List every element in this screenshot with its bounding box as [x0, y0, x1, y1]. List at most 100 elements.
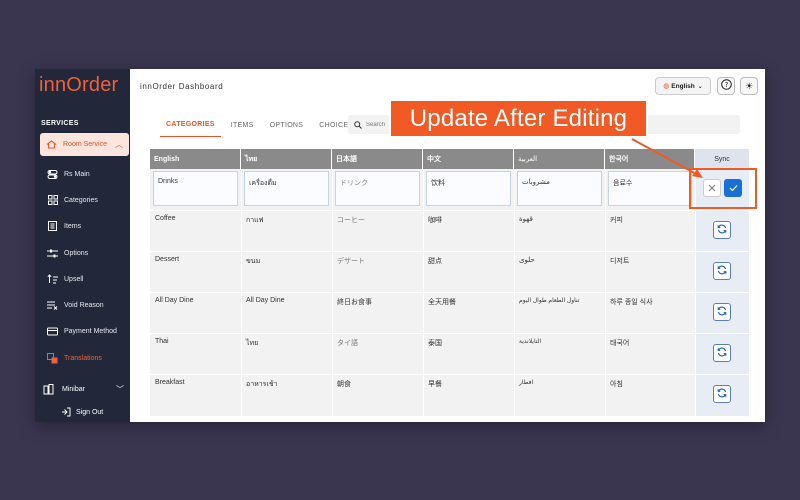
- highlight-box: [689, 168, 757, 209]
- chinese-field[interactable]: 饮料: [426, 171, 511, 206]
- sidebar-item-options[interactable]: Options: [35, 244, 130, 262]
- sidebar-item-label: Categories: [64, 196, 98, 204]
- top-bar: innOrder Dashboard ◍ English ⌄ ? ☀: [130, 69, 765, 103]
- translate-icon: [47, 352, 58, 364]
- sidebar-item-label: Payment Method: [64, 327, 117, 335]
- sync-button[interactable]: [713, 385, 731, 403]
- sidebar-item-translations[interactable]: Translations: [35, 349, 130, 367]
- row-divider: [150, 374, 749, 375]
- cell-english: Breakfast: [155, 379, 185, 386]
- language-label: English: [671, 82, 695, 90]
- sidebar-item-items[interactable]: Items: [35, 217, 130, 235]
- sign-out-button[interactable]: Sign Out: [61, 407, 103, 417]
- column-header-sync: Sync: [695, 149, 749, 169]
- sync-icon: [717, 262, 727, 280]
- tab-categories[interactable]: CATEGORIES: [160, 113, 221, 137]
- void-list-icon: [47, 300, 58, 311]
- cell-japanese: 終日お食事: [337, 299, 372, 306]
- page-title: innOrder Dashboard: [140, 81, 224, 91]
- japanese-field[interactable]: ドリンク: [335, 171, 420, 206]
- cell-thai: อาหารเช้า: [246, 381, 278, 388]
- sync-icon: [717, 303, 727, 321]
- table-header: English ไทย 日本語 中文 العربية 한국어 Sync: [150, 149, 749, 169]
- logo: innOrder: [39, 74, 119, 96]
- column-header-japanese: 日本語: [332, 149, 423, 169]
- language-selector[interactable]: ◍ English ⌄: [655, 77, 711, 95]
- cell-english: Coffee: [155, 215, 176, 222]
- cell-arabic: حلوى: [519, 257, 535, 264]
- cell-japanese: 朝食: [337, 381, 351, 388]
- cell-thai: กาแฟ: [246, 217, 264, 224]
- tab-items[interactable]: ITEMS: [225, 113, 260, 137]
- callout-label: Update After Editing: [389, 99, 648, 138]
- tab-options[interactable]: OPTIONS: [264, 113, 310, 137]
- cell-korean: 태국어: [610, 340, 630, 347]
- cell-english: All Day Dine: [155, 297, 194, 304]
- cell-korean: 커피: [610, 217, 623, 224]
- cell-chinese: 甜点: [428, 258, 442, 265]
- sync-button[interactable]: [713, 221, 731, 239]
- row-divider: [150, 333, 749, 334]
- column-header-korean: 한국어: [605, 149, 695, 169]
- toggle-icon: [47, 169, 58, 180]
- tab-bar: CATEGORIES ITEMS OPTIONS CHOICES: [160, 113, 363, 137]
- cell-chinese: 咖啡: [428, 217, 442, 224]
- room-service-label: Room Service: [63, 141, 107, 148]
- sidebar-item-void-reason[interactable]: Void Reason: [35, 296, 130, 314]
- sidebar-item-label: Translations: [64, 354, 102, 362]
- chevron-up-icon: ︿: [115, 140, 123, 149]
- cell-thai: ไทย: [246, 340, 259, 347]
- sync-button[interactable]: [713, 303, 731, 321]
- row-divider: [150, 292, 749, 293]
- arabic-field[interactable]: مشروبات: [517, 171, 602, 206]
- card-icon: [47, 326, 58, 337]
- sidebar-item-label: Options: [64, 249, 89, 257]
- cell-thai: ขนม: [246, 258, 261, 265]
- help-button[interactable]: ?: [717, 77, 735, 95]
- korean-field[interactable]: 음료수: [608, 171, 692, 206]
- cell-english: Dessert: [155, 256, 180, 263]
- theme-toggle-button[interactable]: ☀: [740, 77, 758, 95]
- minibar-icon: [43, 384, 54, 395]
- minibar-label: Minibar: [62, 386, 85, 393]
- sign-out-icon: [61, 407, 71, 417]
- chevron-down-icon: ﹀: [116, 385, 124, 394]
- search-icon: [354, 116, 362, 134]
- chevron-down-icon: ⌄: [697, 83, 703, 90]
- cell-korean: 아침: [610, 381, 623, 388]
- translations-table: English ไทย 日本語 中文 العربية 한국어 Sync Drin…: [150, 149, 749, 416]
- minibar-menu[interactable]: Minibar ﹀: [43, 384, 128, 395]
- row-divider: [150, 210, 749, 211]
- room-service-menu[interactable]: Room Service ︿: [40, 133, 129, 156]
- cell-korean: 디저트: [610, 258, 630, 265]
- sidebar-item-label: Upsell: [64, 275, 84, 283]
- sliders-icon: [47, 248, 58, 259]
- list-icon: [47, 221, 58, 232]
- column-header-arabic: العربية: [514, 149, 605, 169]
- sidebar-item-rs-main[interactable]: Rs Main: [35, 165, 130, 183]
- row-divider: [150, 251, 749, 252]
- cell-korean: 하루 종일 식사: [610, 299, 653, 306]
- sync-button[interactable]: [713, 262, 731, 280]
- sidebar-item-label: Void Reason: [64, 301, 104, 309]
- sync-button[interactable]: [713, 344, 731, 362]
- cell-chinese: 泰国: [428, 340, 442, 347]
- thai-field[interactable]: เครื่องดื่ม: [244, 171, 329, 206]
- cell-arabic: قهوة: [519, 216, 533, 223]
- cell-japanese: タイ語: [337, 340, 358, 347]
- column-header-thai: ไทย: [241, 149, 332, 169]
- home-icon: [46, 140, 57, 149]
- sync-icon: [717, 344, 727, 362]
- sun-icon: ☀: [744, 80, 754, 91]
- sign-out-label: Sign Out: [76, 408, 104, 416]
- svg-text:?: ?: [724, 81, 728, 89]
- sidebar-item-categories[interactable]: Categories: [35, 191, 130, 209]
- english-field[interactable]: Drinks: [153, 171, 238, 206]
- column-header-english: English: [150, 149, 241, 169]
- sidebar-item-payment-method[interactable]: Payment Method: [35, 322, 130, 340]
- sidebar-item-upsell[interactable]: Upsell: [35, 270, 130, 288]
- help-icon: ?: [720, 77, 732, 95]
- sidebar-item-label: Items: [64, 222, 82, 230]
- column-header-chinese: 中文: [423, 149, 514, 169]
- grid-icon: [47, 195, 58, 206]
